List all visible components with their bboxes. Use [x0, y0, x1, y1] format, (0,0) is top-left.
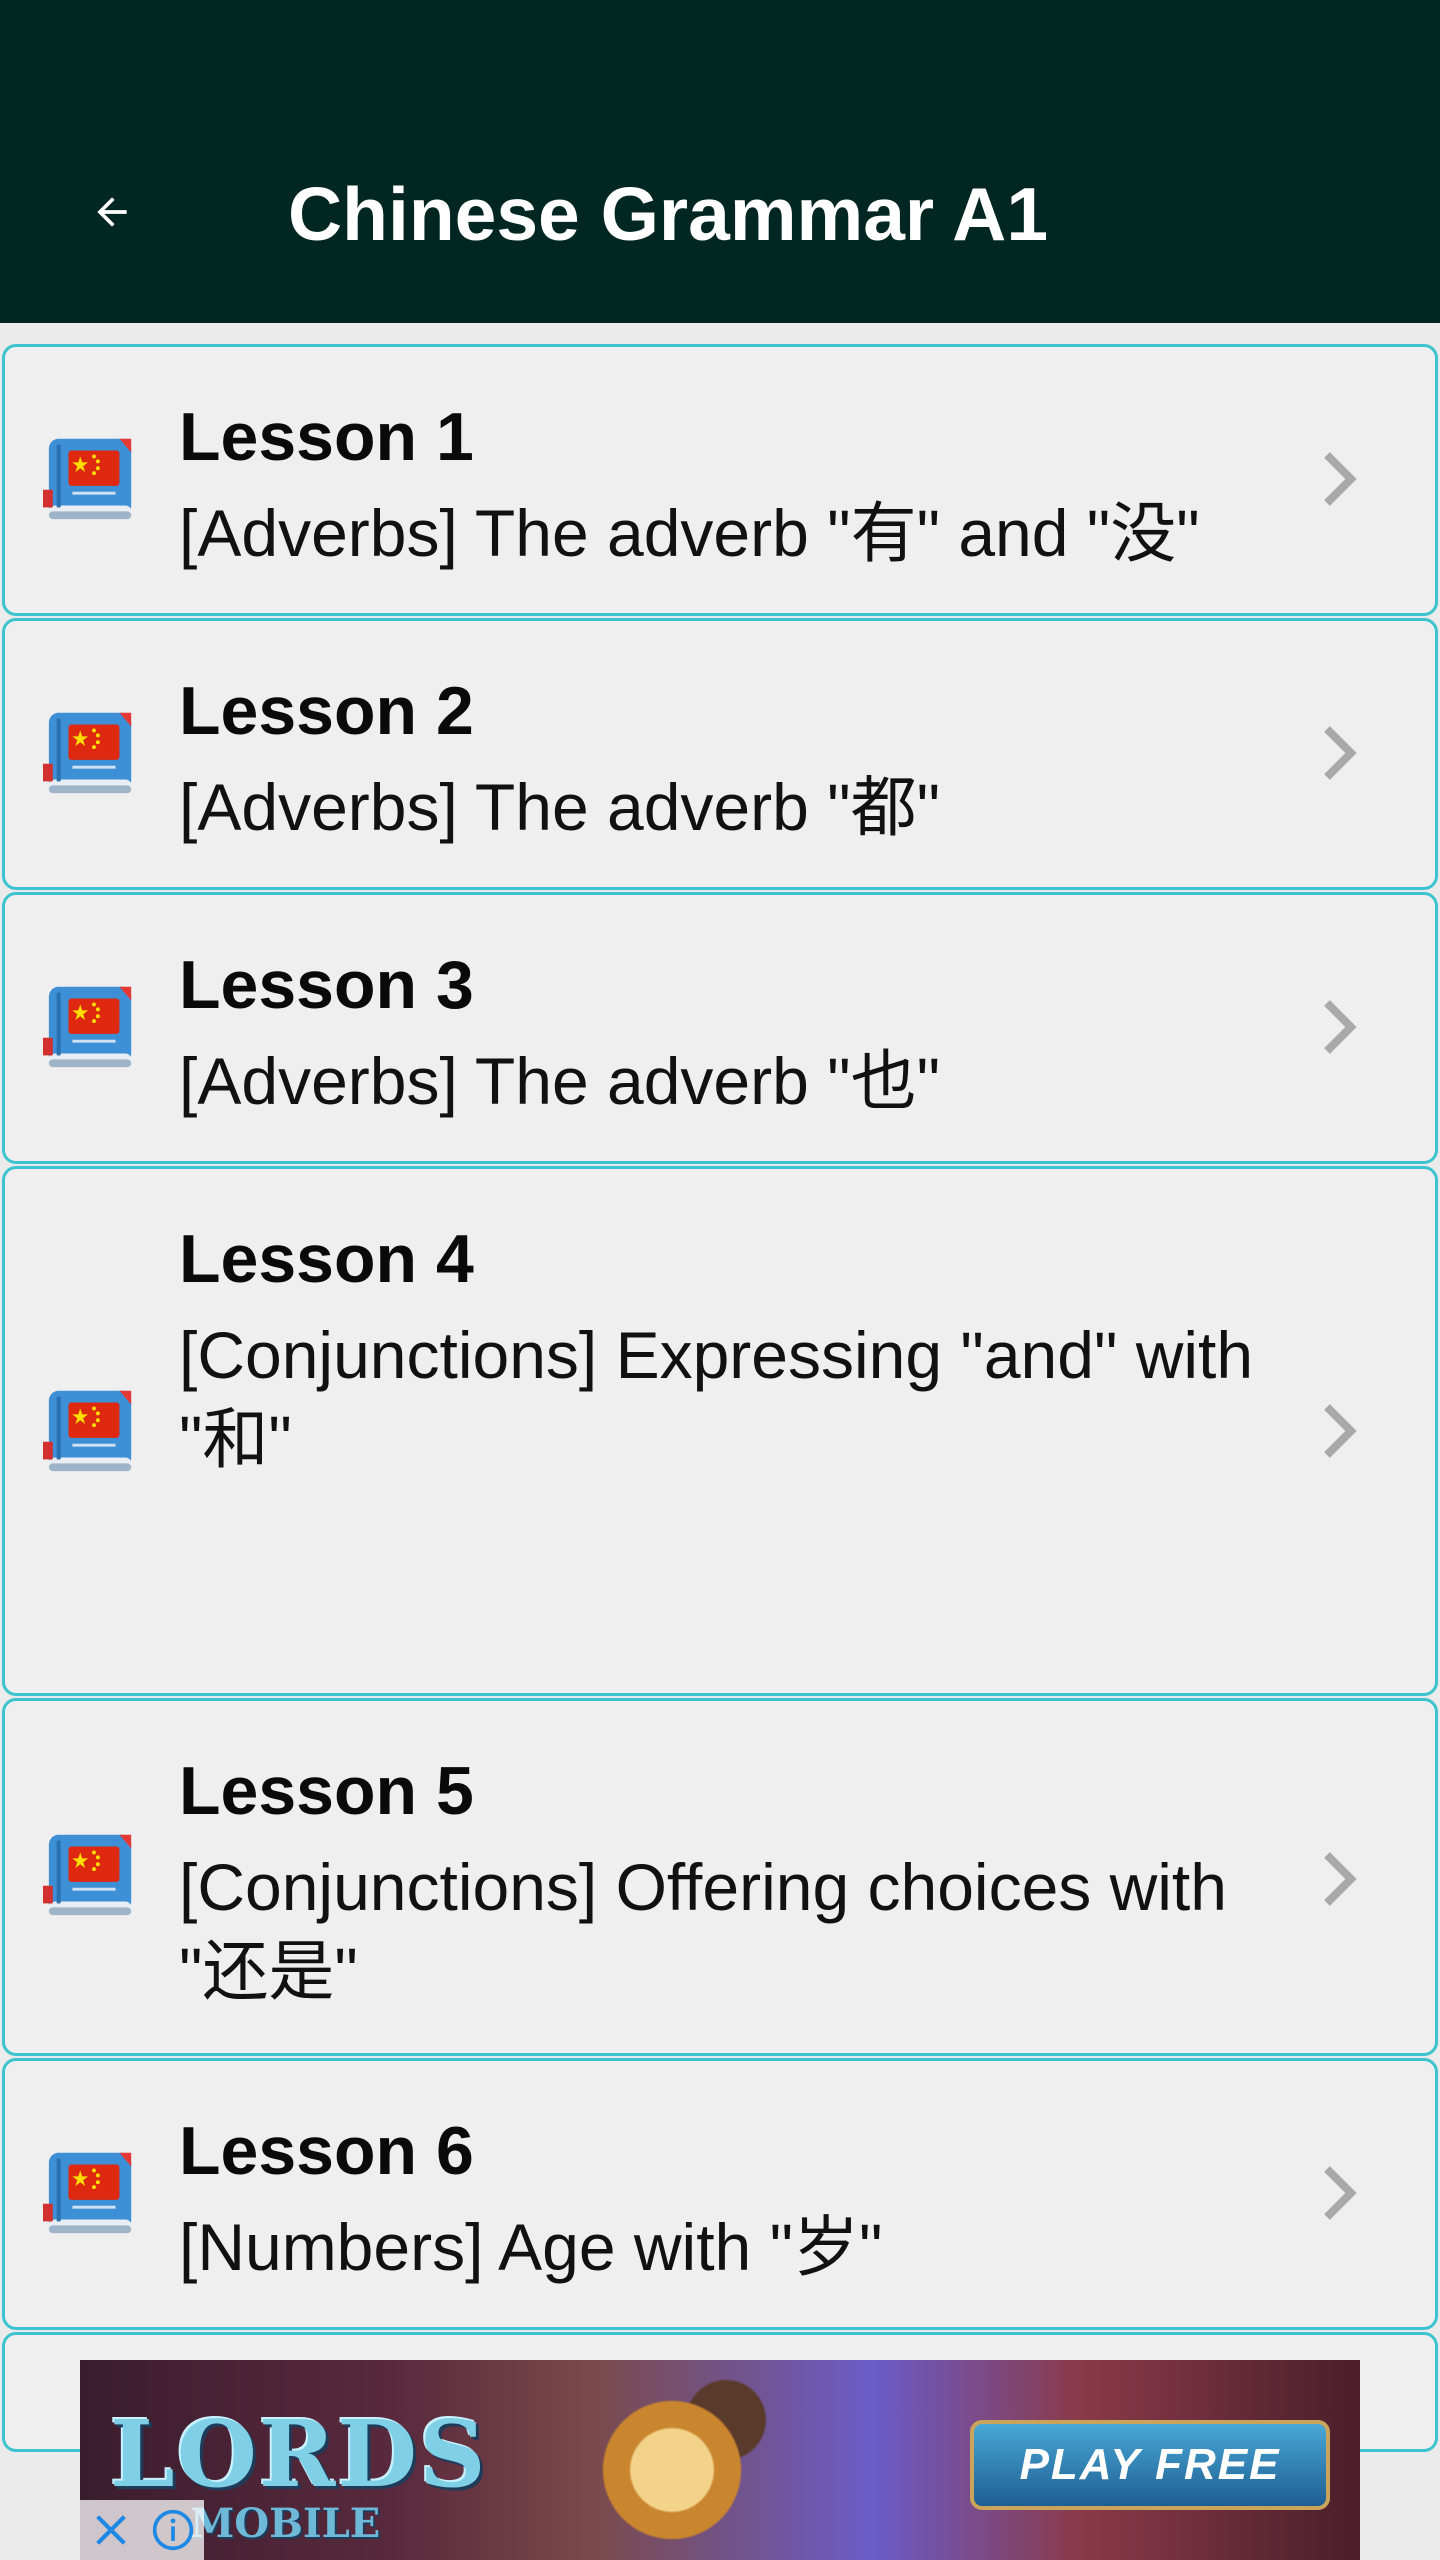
ad-hero-image [510, 2360, 870, 2560]
lesson-item-5[interactable]: Lesson 5 [Conjunctions] Offering choices… [2, 1698, 1438, 2056]
lesson-title: Lesson 6 [179, 2113, 474, 2189]
lesson-title: Lesson 1 [179, 399, 474, 475]
chevron-right-icon [1324, 1852, 1357, 1906]
chevron-right-icon [1324, 726, 1357, 780]
china-flag-book-icon [43, 438, 132, 520]
back-button[interactable] [72, 172, 152, 252]
lesson-title: Lesson 4 [179, 1221, 474, 1297]
ad-banner[interactable]: LORDS MOBILE PLAY FREE [80, 2360, 1360, 2560]
ad-logo: LORDS [110, 2400, 488, 2508]
info-icon [152, 2509, 194, 2551]
lesson-subtitle: [Adverbs] The adverb "也" [179, 1044, 940, 1118]
ad-play-button[interactable]: PLAY FREE [970, 2420, 1330, 2510]
page-title: Chinese Grammar A1 [288, 172, 1049, 256]
close-icon [96, 2515, 126, 2545]
lesson-title: Lesson 3 [179, 947, 474, 1023]
china-flag-book-icon [43, 986, 132, 1068]
ad-info-button[interactable] [142, 2500, 204, 2560]
ad-controls [80, 2500, 204, 2560]
lesson-title: Lesson 5 [179, 1753, 474, 1829]
chevron-right-icon [1324, 452, 1357, 506]
lesson-subtitle: [Conjunctions] Offering choices with "还是… [179, 1850, 1227, 2008]
lesson-subtitle: [Adverbs] The adverb "有" and "没" [179, 496, 1200, 570]
lesson-item-2[interactable]: Lesson 2 [Adverbs] The adverb "都" [2, 618, 1438, 890]
china-flag-book-icon [43, 2152, 132, 2234]
chevron-right-icon [1324, 1000, 1357, 1054]
lesson-item-4[interactable]: Lesson 4 [Conjunctions] Expressing "and"… [2, 1166, 1438, 1696]
lesson-item-3[interactable]: Lesson 3 [Adverbs] The adverb "也" [2, 892, 1438, 1164]
china-flag-book-icon [43, 1834, 132, 1916]
china-flag-book-icon [43, 1390, 132, 1472]
lesson-item-6[interactable]: Lesson 6 [Numbers] Age with "岁" [2, 2058, 1438, 2330]
ad-logo-subtitle: MOBILE [190, 2500, 381, 2547]
ad-close-button[interactable] [80, 2500, 142, 2560]
lesson-title: Lesson 2 [179, 673, 474, 749]
chevron-right-icon [1324, 1404, 1357, 1458]
china-flag-book-icon [43, 712, 132, 794]
lesson-subtitle: [Adverbs] The adverb "都" [179, 770, 940, 844]
lesson-item-1[interactable]: Lesson 1 [Adverbs] The adverb "有" and "没… [2, 344, 1438, 616]
arrow-left-icon [97, 197, 127, 227]
chevron-right-icon [1324, 2166, 1357, 2220]
lesson-subtitle: [Numbers] Age with "岁" [179, 2210, 883, 2284]
app-bar: Chinese Grammar A1 [0, 0, 1440, 323]
lesson-subtitle: [Conjunctions] Expressing "and" with "和" [179, 1318, 1254, 1476]
